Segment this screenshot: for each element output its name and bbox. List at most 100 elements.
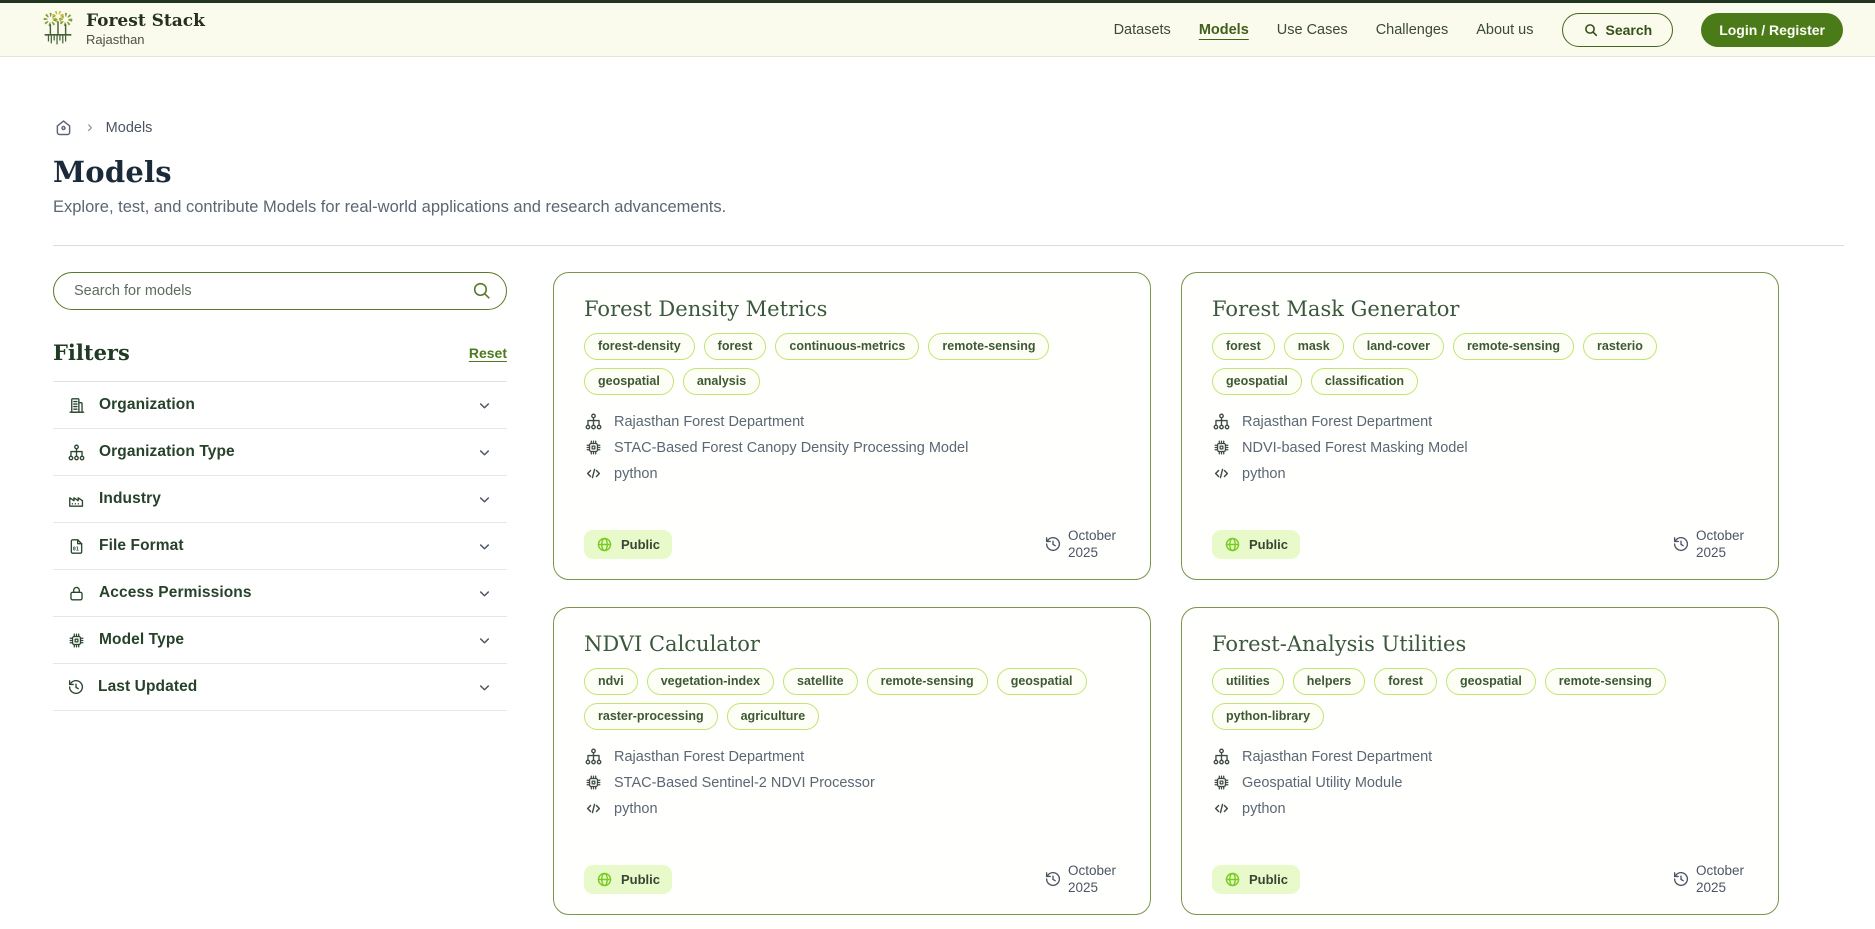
page-title: Models [53,155,172,189]
model-tags: utilities helpers forest geospatial remote-s… [1212,668,1748,730]
header-search-button[interactable]: Search [1561,12,1674,47]
model-card[interactable]: Forest Density Metrics forest-density for… [553,272,1151,580]
chip-icon [1212,438,1231,457]
model-tag[interactable]: analysis [682,368,761,395]
filter-row-access-permissions[interactable]: Access Permissions [53,570,507,617]
model-tag[interactable]: land-cover [1352,333,1444,360]
forest-stack-logo-icon [40,9,76,51]
nav-link-models[interactable]: Models [1199,22,1249,38]
model-description-row: STAC-Based Forest Canopy Density Process… [584,438,1120,457]
chevron-down-icon [476,538,493,555]
file-format-icon: 01 [67,537,86,556]
model-tag[interactable]: remote-sensing [928,333,1050,360]
filters-title: Filters [53,340,130,365]
nav-link-about-us[interactable]: About us [1476,22,1533,38]
filter-row-organization[interactable]: Organization [53,382,507,429]
history-icon [1672,535,1690,553]
model-language: python [614,465,658,482]
search-icon [1583,22,1599,38]
model-tag[interactable]: continuous-metrics [775,333,920,360]
filter-label: File Format [99,537,184,554]
chip-icon [67,631,86,650]
visibility-label: Public [1249,871,1289,887]
model-tag[interactable]: geospatial [584,368,674,395]
model-card-title: Forest-Analysis Utilities [1212,632,1467,656]
filter-row-last-updated[interactable]: Last Updated [53,664,507,711]
model-description: STAC-Based Sentinel-2 NDVI Processor [614,774,875,791]
globe-icon [1224,871,1241,888]
model-card[interactable]: Forest-Analysis Utilities utilities helpe… [1181,607,1779,915]
model-tags: forest-density forest continuous-metrics re… [584,333,1120,395]
chevron-down-icon [476,632,493,649]
building-icon [67,396,86,415]
nav-link-datasets[interactable]: Datasets [1114,22,1171,38]
model-tag[interactable]: forest [1374,668,1437,695]
brand-subtitle: Rajasthan [86,32,145,48]
header-search-label: Search [1605,21,1653,38]
model-language-row: python [584,464,1120,483]
model-tag[interactable]: forest [703,333,767,360]
nav-link-use-cases[interactable]: Use Cases [1277,22,1348,38]
models-searchbox [53,272,507,310]
model-tag[interactable]: utilities [1212,668,1284,695]
header: Forest Stack Rajasthan Datasets Models Use… [0,3,1875,57]
model-language-row: python [1212,799,1748,818]
model-tag[interactable]: rasterio [1583,333,1657,360]
org-chart-icon [1212,747,1231,766]
model-tag[interactable]: remote-sensing [1452,333,1575,360]
model-tag[interactable]: geospatial [1212,368,1302,395]
filter-label: Industry [99,490,161,507]
reset-filters-link[interactable]: Reset [469,345,507,361]
filter-label: Organization [99,396,195,413]
model-tag[interactable]: remote-sensing [1544,668,1666,695]
model-description: NDVI-based Forest Masking Model [1242,439,1468,456]
visibility-label: Public [1249,536,1289,552]
model-tag[interactable]: python-library [1212,703,1325,730]
home-icon[interactable] [53,117,74,138]
model-card-title: Forest Density Metrics [584,297,828,321]
visibility-label: Public [621,536,661,552]
model-tag[interactable]: remote-sensing [866,668,988,695]
model-tag[interactable]: satellite [783,668,858,695]
filter-row-industry[interactable]: Industry [53,476,507,523]
last-updated: October 2025 [1044,527,1124,562]
model-description: STAC-Based Forest Canopy Density Process… [614,439,969,456]
model-tag[interactable]: geospatial [996,668,1087,695]
model-tag[interactable]: helpers [1292,668,1366,695]
org-chart-icon [1212,412,1231,431]
login-register-button[interactable]: Login / Register [1701,12,1843,47]
chip-icon [584,773,603,792]
last-updated-text: October 2025 [1696,527,1745,561]
model-card[interactable]: NDVI Calculator ndvi vegetation-index sate… [553,607,1151,915]
model-tag[interactable]: mask [1283,333,1344,360]
model-tag[interactable]: ndvi [584,668,638,695]
code-icon [1212,464,1231,483]
model-tag[interactable]: raster-processing [584,703,718,730]
model-card[interactable]: Forest Mask Generator forest mask land-cov… [1181,272,1779,580]
model-tag[interactable]: forest-density [584,333,695,360]
code-icon [584,464,603,483]
brand[interactable]: Forest Stack Rajasthan [40,9,205,51]
filter-row-model-type[interactable]: Model Type [53,617,507,664]
model-organization: Rajasthan Forest Department [1242,748,1433,765]
filters-sidebar: Filters Reset Organization Organization … [53,272,507,711]
filter-row-file-format[interactable]: 01 File Format [53,523,507,570]
chevron-down-icon [476,491,493,508]
model-tag[interactable]: vegetation-index [646,668,775,695]
model-cards-grid: Forest Density Metrics forest-density for… [553,272,1779,915]
history-icon [1044,870,1062,888]
brand-title: Forest Stack [86,10,205,31]
model-tag[interactable]: agriculture [726,703,820,730]
model-organization-row: Rajasthan Forest Department [584,747,1120,766]
breadcrumb-current[interactable]: Models [106,120,153,136]
filter-row-organization-type[interactable]: Organization Type [53,429,507,476]
nav-link-challenges[interactable]: Challenges [1376,22,1449,38]
search-models-input[interactable] [53,272,507,310]
model-tag[interactable]: geospatial [1445,668,1536,695]
model-tag[interactable]: forest [1212,333,1275,360]
search-icon[interactable] [471,280,492,301]
last-updated-text: October 2025 [1068,527,1117,561]
model-tag[interactable]: classification [1310,368,1419,395]
svg-text:01: 01 [73,546,79,552]
model-organization: Rajasthan Forest Department [614,413,805,430]
